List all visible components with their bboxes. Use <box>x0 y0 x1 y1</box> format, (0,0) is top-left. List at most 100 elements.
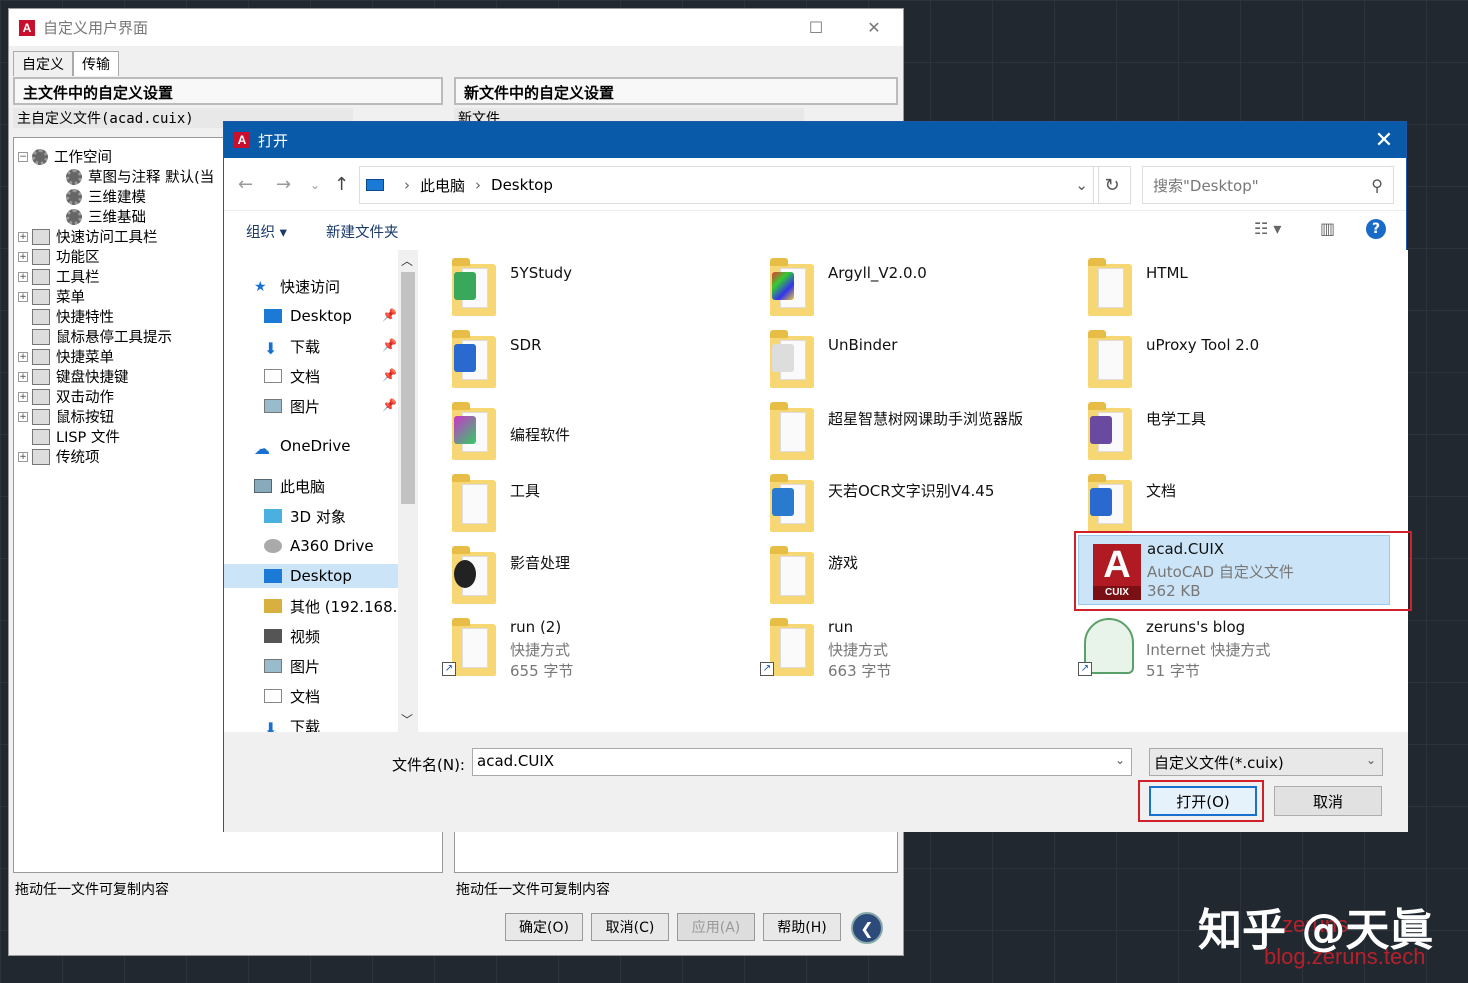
tree-item[interactable]: + 鼠标按钮 <box>18 406 114 427</box>
scroll-thumb[interactable] <box>401 272 415 504</box>
expand-icon[interactable]: + <box>18 451 28 462</box>
folder-item[interactable]: 5YStudy <box>434 254 752 324</box>
up-arrow-icon[interactable]: ↑ <box>334 174 349 195</box>
tree-item[interactable]: + 快捷菜单 <box>18 346 114 367</box>
tab-customize[interactable]: 自定义 <box>13 51 73 76</box>
nav-network-drive[interactable]: 其他 (192.168.0 <box>264 594 407 618</box>
tree-item[interactable]: + 传统项 <box>18 446 100 467</box>
nav-downloads[interactable]: ⬇ 下载 <box>264 714 320 733</box>
new-folder-button[interactable]: 新建文件夹 <box>326 221 399 242</box>
dialog-titlebar: A 打开 <box>224 122 1406 158</box>
dialog-title: 打开 <box>258 131 289 150</box>
address-bar[interactable]: › 此电脑 › Desktop ⌄ <box>359 166 1099 204</box>
folder-item[interactable]: 工具 <box>434 470 752 540</box>
expand-icon[interactable]: + <box>18 411 28 422</box>
nav-onedrive[interactable]: ☁ OneDrive <box>254 434 351 458</box>
search-input[interactable]: 搜索"Desktop" ⚲ <box>1142 166 1394 204</box>
recent-dropdown-icon[interactable]: ⌄ <box>310 178 320 192</box>
nav-this-pc[interactable]: 此电脑 <box>254 474 325 498</box>
nav-3d-objects[interactable]: 3D 对象 <box>264 504 346 528</box>
folder-item[interactable]: UnBinder <box>752 326 1070 396</box>
tree-item[interactable]: 三维基础 <box>66 206 146 227</box>
collapse-icon[interactable]: − <box>18 151 28 162</box>
expand-icon[interactable]: + <box>18 251 28 262</box>
folder-item[interactable]: HTML <box>1070 254 1388 324</box>
folder-item[interactable]: uProxy Tool 2.0 <box>1070 326 1388 396</box>
expand-icon[interactable]: + <box>18 371 28 382</box>
tree-item[interactable]: 快捷特性 <box>32 306 114 327</box>
file-type-select[interactable]: 自定义文件(*.cuix) ⌄ <box>1149 748 1383 776</box>
nav-pictures-pinned[interactable]: 图片 <box>264 394 320 418</box>
shortcut-item[interactable]: ↗ run 快捷方式 663 字节 <box>752 614 1070 690</box>
folder-item[interactable]: 天若OCR文字识别V4.45 <box>752 470 1070 540</box>
nav-quick-access[interactable]: ★ 快速访问 <box>254 274 340 298</box>
expand-icon[interactable]: + <box>18 351 28 362</box>
expand-icon[interactable]: + <box>18 391 28 402</box>
refresh-icon[interactable]: ↻ <box>1093 166 1131 204</box>
nav-videos[interactable]: 视频 <box>264 624 320 648</box>
expand-icon[interactable]: + <box>18 231 28 242</box>
tree-item[interactable]: 鼠标悬停工具提示 <box>32 326 172 347</box>
help-button[interactable]: 帮助(H) <box>763 913 841 941</box>
tree-item[interactable]: + 双击动作 <box>18 386 114 407</box>
collapse-panel-button[interactable]: ❮ <box>851 912 883 944</box>
chevron-up-icon[interactable]: ︿ <box>401 252 413 269</box>
tree-item[interactable]: LISP 文件 <box>32 426 120 447</box>
expand-icon[interactable]: + <box>18 291 28 302</box>
folder-item[interactable]: 文档 <box>1070 470 1388 540</box>
organize-button[interactable]: 组织 ▾ <box>246 221 287 242</box>
tree-item[interactable]: 草图与注释 默认(当 <box>66 166 214 187</box>
close-icon[interactable]: ✕ <box>845 9 903 46</box>
cancel-button[interactable]: 取消(C) <box>591 913 669 941</box>
close-icon[interactable]: ✕ <box>1362 122 1406 158</box>
expand-icon[interactable]: + <box>18 271 28 282</box>
apply-button[interactable]: 应用(A) <box>677 913 755 941</box>
tree-item[interactable]: + 工具栏 <box>18 266 100 287</box>
folder-item[interactable]: 超星智慧树网课助手浏览器版 <box>752 398 1070 468</box>
help-icon[interactable]: ? <box>1366 219 1386 239</box>
breadcrumb-desktop[interactable]: Desktop <box>491 176 553 194</box>
tree-label: 三维建模 <box>88 190 146 206</box>
preview-pane-icon[interactable]: ▥ <box>1320 219 1335 238</box>
nav-a360-drive[interactable]: A360 Drive <box>264 534 374 558</box>
view-options-icon[interactable]: ☷ ▾ <box>1254 219 1281 238</box>
shortcut-item[interactable]: ↗ zeruns's blog Internet 快捷方式 51 字节 <box>1070 614 1388 690</box>
nav-desktop-pinned[interactable]: Desktop <box>264 304 352 328</box>
cancel-button[interactable]: 取消 <box>1274 786 1382 816</box>
chevron-down-icon[interactable]: ⌄ <box>1366 753 1376 767</box>
tree-label: 草图与注释 默认(当 <box>88 170 215 186</box>
breadcrumb-this-pc[interactable]: 此电脑 <box>420 175 465 196</box>
tree-item[interactable]: 三维建模 <box>66 186 146 207</box>
highlight-box <box>1138 780 1264 822</box>
ok-button[interactable]: 确定(O) <box>505 913 583 941</box>
forward-arrow-icon[interactable]: → <box>276 174 291 195</box>
folder-item[interactable]: 编程软件 <box>434 398 752 468</box>
nav-downloads-pinned[interactable]: ⬇ 下载 <box>264 334 320 359</box>
filename-input[interactable]: acad.CUIX ⌄ <box>472 748 1132 776</box>
maximize-icon[interactable]: ☐ <box>787 9 845 46</box>
nav-desktop[interactable]: Desktop <box>224 564 398 588</box>
back-arrow-icon[interactable]: ← <box>238 174 253 195</box>
tree-item[interactable]: − 工作空间 <box>18 146 112 167</box>
tab-transfer[interactable]: 传输 <box>73 51 119 76</box>
shortcut-item[interactable]: ↗ run (2) 快捷方式 655 字节 <box>434 614 752 690</box>
nav-documents[interactable]: 文档 <box>264 684 320 708</box>
chevron-down-icon[interactable]: ﹀ <box>401 711 413 728</box>
folder-item[interactable]: 电学工具 <box>1070 398 1388 468</box>
tree-item[interactable]: + 快速访问工具栏 <box>18 226 158 247</box>
folder-item[interactable]: SDR <box>434 326 752 396</box>
nav-pictures[interactable]: 图片 <box>264 654 320 678</box>
folder-item[interactable]: Argyll_V2.0.0 <box>752 254 1070 324</box>
folder-item[interactable]: 游戏 <box>752 542 1070 612</box>
tree-item[interactable]: + 键盘快捷键 <box>18 366 129 387</box>
quick-properties-icon <box>32 308 50 325</box>
tree-item[interactable]: + 功能区 <box>18 246 100 267</box>
nav-documents-pinned[interactable]: 文档 <box>264 364 320 388</box>
tree-item[interactable]: + 菜单 <box>18 286 85 307</box>
chevron-down-icon[interactable]: ⌄ <box>1115 753 1125 767</box>
folder-item[interactable]: 影音处理 <box>434 542 752 612</box>
search-icon: ⚲ <box>1371 175 1383 195</box>
chevron-down-icon[interactable]: ⌄ <box>1075 176 1088 194</box>
folder-icon <box>770 402 814 460</box>
nav-scrollbar[interactable]: ︿ ﹀ <box>398 250 418 732</box>
